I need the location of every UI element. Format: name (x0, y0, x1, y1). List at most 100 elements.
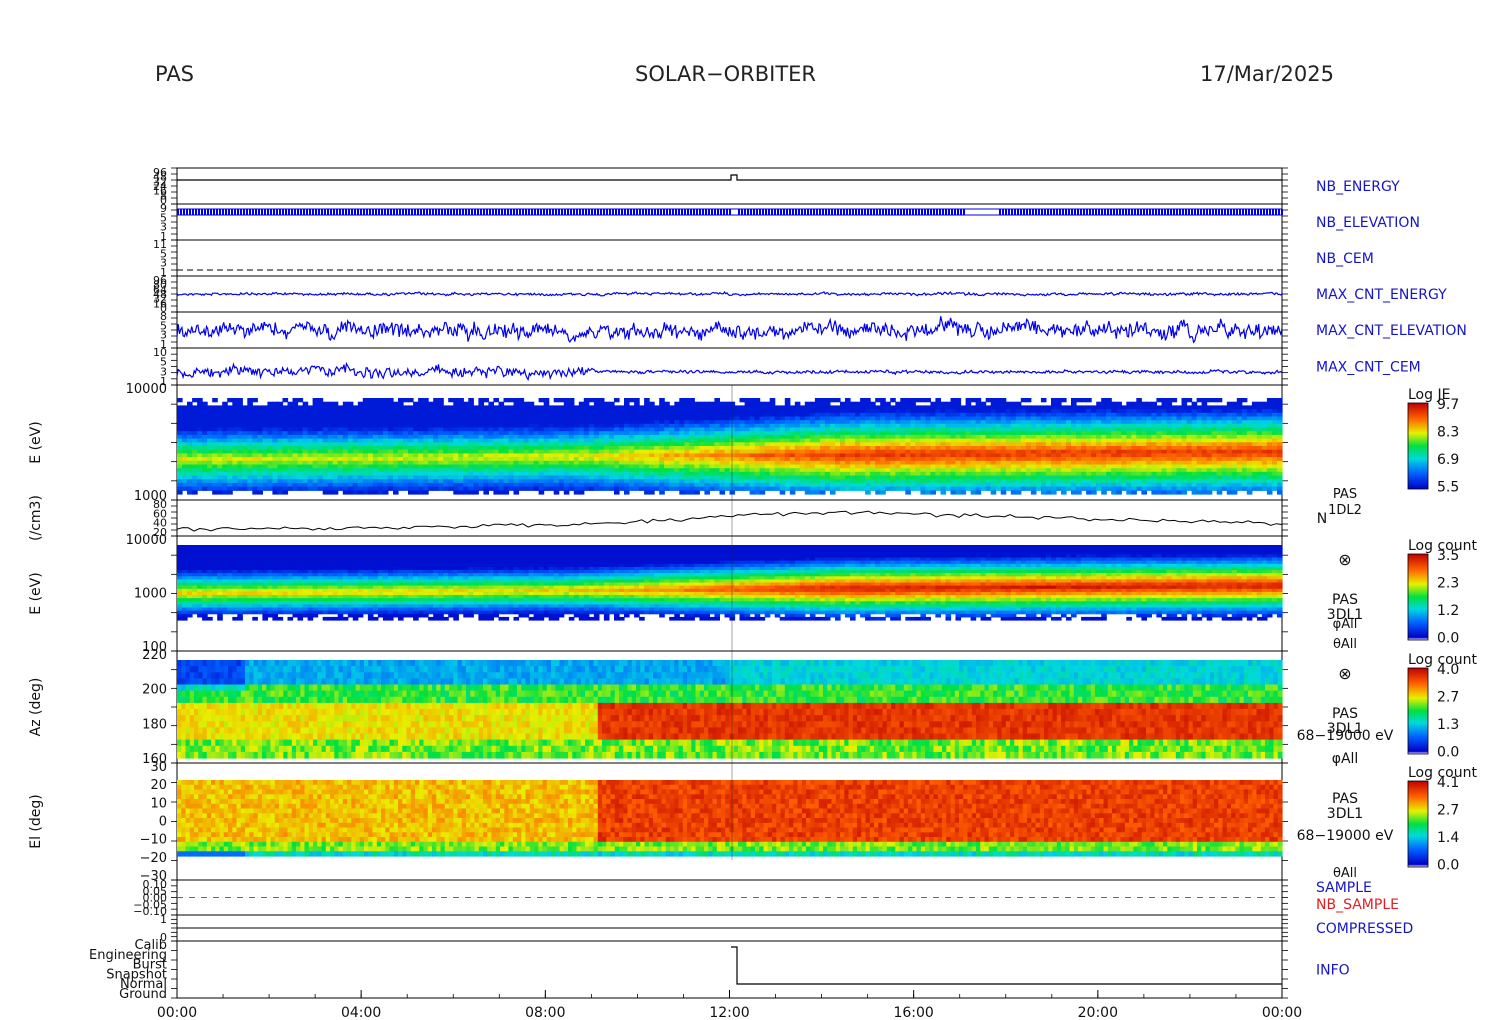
heatmap-cell (207, 409, 213, 413)
heatmap-cell (1001, 476, 1007, 480)
heatmap-cell (288, 435, 294, 439)
heatmap-cell (684, 457, 690, 461)
heatmap-cell (1001, 413, 1007, 417)
heatmap-cell (941, 472, 947, 476)
heatmap-cell (534, 472, 540, 476)
heatmap-cell (232, 442, 238, 446)
heatmap-cell (1071, 428, 1077, 432)
heatmap-cell (725, 446, 731, 450)
heatmap-cell (930, 453, 936, 457)
heatmap-cell (318, 457, 324, 461)
heatmap-cell (1086, 424, 1092, 428)
heatmap-cell (1056, 435, 1062, 439)
heatmap-cell (252, 476, 258, 480)
heatmap-cell (308, 450, 314, 454)
heatmap-cell (1026, 457, 1032, 461)
heatmap-cell (288, 472, 294, 476)
heatmap-cell (1081, 431, 1087, 435)
heatmap-cell (684, 472, 690, 476)
heatmap-cell (584, 446, 590, 450)
heatmap-cell (634, 442, 640, 446)
heatmap-cell (257, 465, 263, 469)
heatmap-cell (644, 431, 650, 435)
heatmap-cell (1031, 409, 1037, 413)
heatmap-cell (388, 439, 394, 443)
heatmap-cell (619, 487, 625, 491)
heatmap-cell (951, 446, 957, 450)
heatmap-cell (1066, 461, 1072, 465)
series-line (177, 316, 1282, 342)
heatmap-cell (624, 457, 630, 461)
heatmap-cell (885, 465, 891, 469)
heatmap-cell (192, 465, 198, 469)
heatmap-cell (504, 457, 510, 461)
pulse-mark (1209, 209, 1211, 215)
heatmap-cell (473, 446, 479, 450)
heatmap-cell (574, 446, 580, 450)
heatmap-cell (463, 413, 469, 417)
heatmap-cell (353, 487, 359, 491)
pulse-mark (915, 209, 917, 215)
heatmap-cell (594, 461, 600, 465)
heatmap-cell (493, 453, 499, 457)
heatmap-cell (790, 483, 796, 487)
heatmap-cell (775, 409, 781, 413)
heatmap-cell (885, 442, 891, 446)
heatmap-cell (780, 405, 786, 409)
heatmap-cell (468, 402, 474, 406)
heatmap-cell (433, 461, 439, 465)
pulse-mark (1260, 209, 1262, 215)
heatmap-cell (559, 487, 565, 491)
heatmap-cell (805, 409, 811, 413)
heatmap-cell (961, 490, 967, 494)
heatmap-cell (448, 398, 454, 402)
heatmap-cell (237, 442, 243, 446)
heatmap-cell (840, 453, 846, 457)
pulse-mark (486, 209, 488, 215)
heatmap-cell (1051, 405, 1057, 409)
heatmap-cell (775, 476, 781, 480)
heatmap-cell (267, 453, 273, 457)
heatmap-cell (639, 450, 645, 454)
heatmap-cell (900, 405, 906, 409)
heatmap-cell (443, 428, 449, 432)
pulse-mark (600, 209, 602, 215)
heatmap-cell (283, 476, 289, 480)
heatmap-cell (951, 483, 957, 487)
heatmap-cell (755, 465, 761, 469)
heatmap-cell (785, 431, 791, 435)
heatmap-cell (529, 409, 535, 413)
pulse-mark (777, 209, 779, 215)
heatmap-cell (976, 479, 982, 483)
heatmap-cell (750, 424, 756, 428)
heatmap-cell (850, 476, 856, 480)
heatmap-cell (684, 442, 690, 446)
heatmap-cell (222, 435, 228, 439)
heatmap-cell (1021, 461, 1027, 465)
heatmap-cell (725, 453, 731, 457)
heatmap-cell (378, 409, 384, 413)
heatmap-cell (1051, 476, 1057, 480)
heatmap-cell (303, 472, 309, 476)
heatmap-cell (951, 398, 957, 402)
heatmap-cell (278, 417, 284, 421)
heatmap-cell (664, 409, 670, 413)
heatmap-cell (564, 405, 570, 409)
pulse-mark (675, 209, 677, 215)
heatmap-cell (524, 457, 530, 461)
heatmap-cell (1001, 479, 1007, 483)
heatmap-cell (765, 465, 771, 469)
heatmap-cell (629, 417, 635, 421)
pulse-mark (654, 209, 656, 215)
heatmap-cell (845, 465, 851, 469)
heatmap-cell (504, 442, 510, 446)
pulse-mark (684, 209, 686, 215)
heatmap-cell (750, 479, 756, 483)
heatmap-cell (398, 479, 404, 483)
heatmap-cell (930, 490, 936, 494)
heatmap-cell (1076, 409, 1082, 413)
heatmap-cell (393, 431, 399, 435)
heatmap-cell (428, 428, 434, 432)
heatmap-cell (1076, 476, 1082, 480)
heatmap-cell (709, 461, 715, 465)
